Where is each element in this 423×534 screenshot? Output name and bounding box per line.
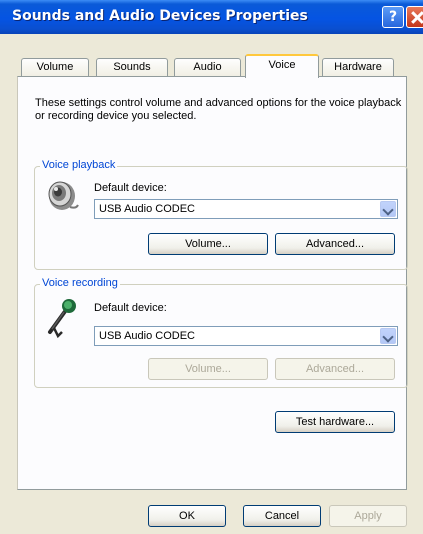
cancel-button[interactable]: Cancel	[243, 505, 321, 527]
speaker-icon	[48, 181, 79, 210]
apply-button[interactable]: Apply	[329, 505, 407, 527]
playback-device-value: USB Audio CODEC	[99, 203, 195, 215]
help-button[interactable]: ?	[382, 6, 404, 28]
title-bar[interactable]: Sounds and Audio Devices Properties ?	[0, 0, 423, 34]
tab-audio[interactable]: Audio	[174, 58, 241, 76]
chevron-down-icon[interactable]	[380, 328, 396, 344]
playback-device-label: Default device:	[94, 182, 167, 194]
recording-device-value: USB Audio CODEC	[99, 330, 195, 342]
playback-device-select[interactable]: USB Audio CODEC	[94, 199, 398, 219]
close-button[interactable]	[406, 6, 423, 28]
recording-device-select[interactable]: USB Audio CODEC	[94, 326, 398, 346]
dialog-window: Sounds and Audio Devices Properties ? Vo…	[0, 0, 423, 534]
test-hardware-button[interactable]: Test hardware...	[275, 411, 395, 433]
recording-device-label: Default device:	[94, 302, 167, 314]
tab-sounds[interactable]: Sounds	[96, 58, 168, 76]
playback-volume-button[interactable]: Volume...	[148, 233, 268, 255]
ok-button[interactable]: OK	[148, 505, 226, 527]
window-title: Sounds and Audio Devices Properties	[12, 8, 308, 24]
chevron-down-icon[interactable]	[380, 201, 396, 217]
voice-playback-legend: Voice playback	[40, 159, 118, 171]
voice-recording-legend: Voice recording	[40, 277, 120, 289]
description-text: These settings control volume and advanc…	[35, 97, 402, 122]
tab-voice[interactable]: Voice	[245, 54, 319, 78]
recording-advanced-button[interactable]: Advanced...	[275, 358, 395, 380]
tab-volume[interactable]: Volume	[21, 58, 89, 76]
recording-volume-button[interactable]: Volume...	[148, 358, 268, 380]
playback-advanced-button[interactable]: Advanced...	[275, 233, 395, 255]
tab-hardware[interactable]: Hardware	[322, 58, 394, 76]
microphone-icon	[48, 299, 76, 339]
